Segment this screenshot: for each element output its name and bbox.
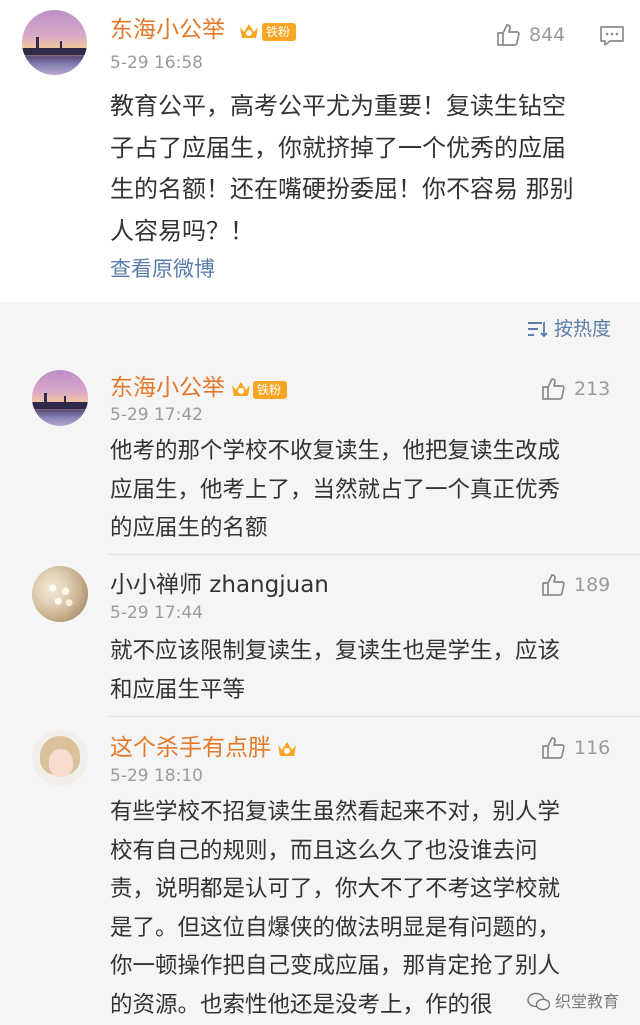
comment-avatar[interactable] (32, 730, 88, 786)
thumbs-up-icon (542, 574, 565, 596)
comment-avatar[interactable] (32, 370, 88, 426)
comment-list: 按热度 东海小公举 铁粉 5-29 17:42 213 他考的那个学校不收复读生… (0, 302, 640, 1025)
fan-badge: 铁粉 (253, 381, 288, 399)
comment-line: 责，说明都是认可了，你大不了不考这学校就 (110, 876, 561, 902)
comment-icon[interactable] (598, 24, 626, 48)
thumbs-up-icon (542, 378, 565, 400)
post-line: 生的名额！还在嘴硬扮委屈！你不容易 那别 (110, 175, 574, 203)
fan-badge: 铁粉 (262, 23, 297, 41)
comment-line: 他考的那个学校不收复读生，他把复读生改成 (110, 438, 561, 464)
comment-line: 有些学校不招复读生虽然看起来不对，别人学 (110, 799, 561, 825)
comment-author-name[interactable]: 小小禅师 zhangjuan (110, 571, 329, 599)
comment-line: 就不应该限制复读生，复读生也是学生，应该 (110, 638, 561, 664)
crown-icon (240, 24, 258, 38)
comment-line: 是了。但这位自爆侠的做法明显是有问题的， (110, 914, 561, 941)
comment-line: 校有自己的规则，而且这么久了也没谁去问 (110, 837, 538, 864)
comment-body: 有些学校不招复读生虽然看起来不对，别人学 校有自己的规则，而且这么久了也没谁去问… (110, 793, 560, 1024)
sort-icon (528, 322, 548, 338)
comment-line: 和应届生平等 (110, 676, 246, 703)
post-like-button[interactable]: 844 (495, 22, 565, 48)
post-like-count: 844 (529, 24, 566, 46)
comment-like-count: 116 (574, 737, 611, 759)
comment-line: 的应届生的名额 (110, 515, 268, 541)
comment-like-count: 213 (574, 378, 611, 400)
comment-avatar[interactable] (32, 566, 88, 622)
divider (108, 554, 640, 555)
comment-author-name[interactable]: 这个杀手有点胖 (110, 734, 271, 762)
comment-body: 他考的那个学校不收复读生，他把复读生改成 应届生，他考上了，当然就占了一个真正优… (110, 432, 560, 548)
crown-icon (278, 742, 296, 756)
comment-like-button[interactable]: 213 (540, 376, 610, 402)
comment-like-button[interactable]: 116 (540, 735, 610, 761)
post-author-avatar[interactable] (22, 10, 87, 75)
divider (108, 716, 640, 717)
comment-time: 5-29 17:44 (110, 603, 203, 623)
watermark: 织堂教育 (527, 992, 619, 1012)
thumbs-up-icon (542, 737, 565, 759)
comment-time: 5-29 17:42 (110, 405, 203, 425)
comment-time: 5-29 18:10 (110, 766, 203, 786)
comment-line: 你一顿操作把自己变成应届，那肯定抢了别人 (110, 953, 561, 979)
original-post: 东海小公举 铁粉 5-29 16:58 844 教育公平，高考公平尤为重要！复读… (0, 0, 640, 302)
comment-like-count: 189 (574, 574, 611, 596)
post-line: 教育公平，高考公平尤为重要！复读生钻空 (110, 92, 566, 120)
post-body: 教育公平，高考公平尤为重要！复读生钻空 子占了应届生，你就挤掉了一个优秀的应届 … (110, 86, 574, 252)
post-time: 5-29 16:58 (110, 53, 203, 73)
watermark-text: 织堂教育 (555, 992, 620, 1011)
sort-button[interactable]: 按热度 (526, 317, 611, 341)
comment-body: 就不应该限制复读生，复读生也是学生，应该 和应届生平等 (110, 632, 560, 709)
comment-line: 的资源。也索性他还是没考上，作的很 (110, 991, 493, 1018)
comment-line: 应届生，他考上了，当然就占了一个真正优秀 (110, 476, 561, 503)
wechat-icon (527, 992, 551, 1011)
sort-label: 按热度 (554, 318, 612, 340)
crown-icon (232, 382, 250, 396)
comment-author-name[interactable]: 东海小公举 (110, 374, 225, 402)
post-author-name[interactable]: 东海小公举 (110, 16, 225, 44)
comment-like-button[interactable]: 189 (540, 572, 610, 598)
thumbs-up-icon (497, 24, 520, 46)
post-line: 子占了应届生，你就挤掉了一个优秀的应届 (110, 133, 566, 162)
post-line: 人容易吗？！ (110, 216, 254, 245)
view-original-link[interactable]: 查看原微博 (110, 255, 215, 283)
